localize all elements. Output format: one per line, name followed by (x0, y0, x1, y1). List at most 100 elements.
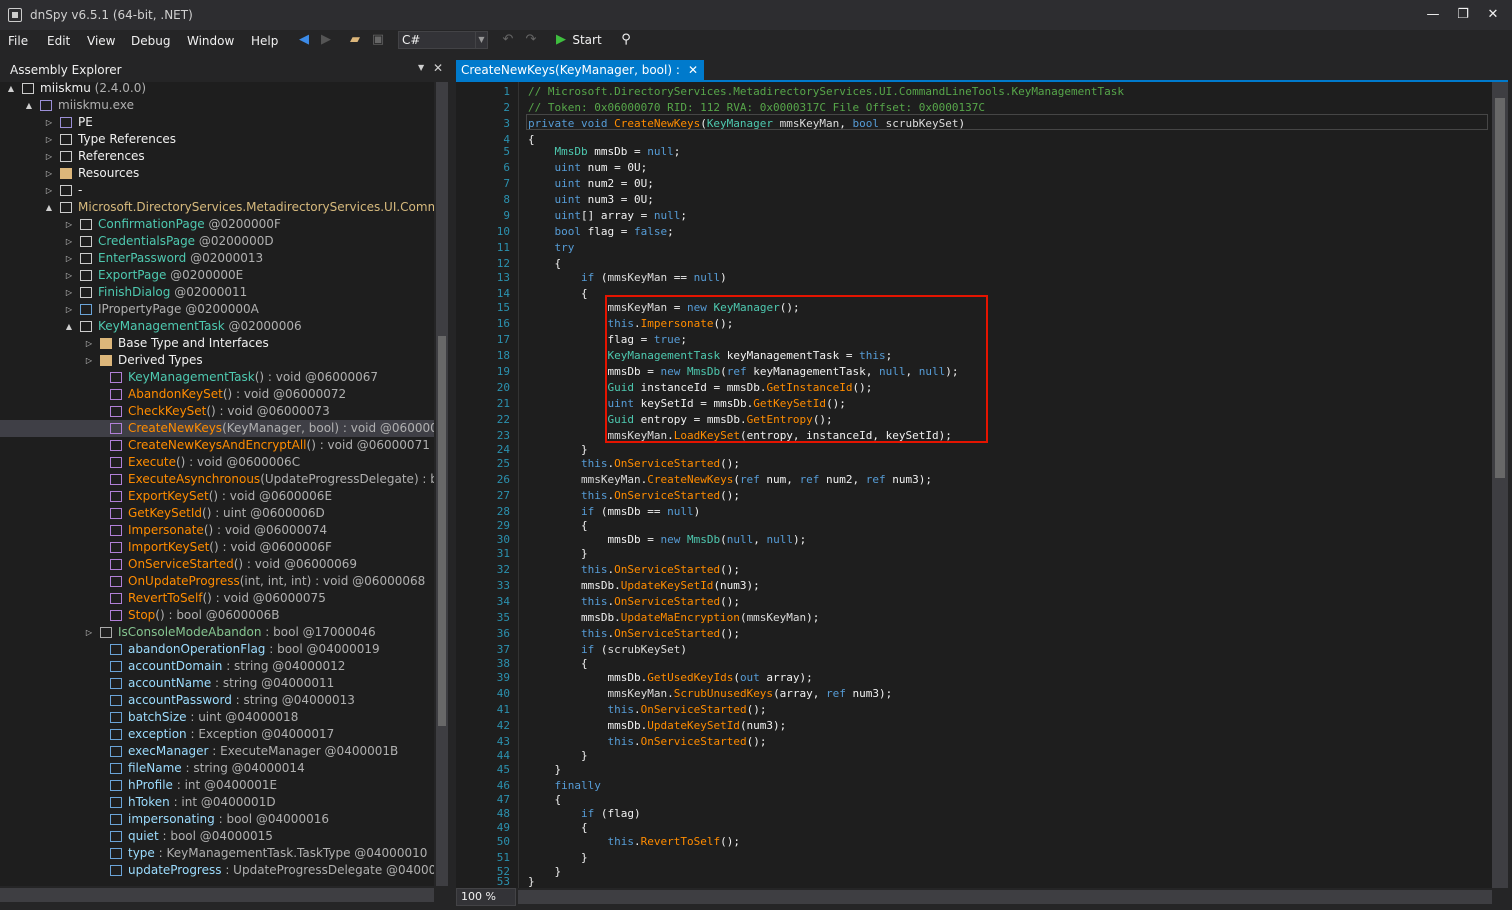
tree-row[interactable]: ▲ miiskmu (2.4.0.0) (0, 82, 434, 97)
code-line[interactable]: mmsKeyMan.CreateNewKeys(ref num, ref num… (528, 472, 932, 488)
code-line[interactable]: this.Impersonate(); (528, 316, 733, 332)
code-line[interactable]: uint num = 0U; (528, 160, 648, 176)
code-line[interactable]: try (528, 240, 575, 256)
tree-row[interactable]: abandonOperationFlag : bool @04000019 (0, 641, 434, 658)
open-folder-icon[interactable]: ▰ (346, 31, 364, 49)
expand-toggle-icon[interactable]: ▲ (44, 199, 54, 216)
expand-toggle-icon[interactable]: ▷ (84, 335, 94, 352)
tree-row[interactable]: accountName : string @04000011 (0, 675, 434, 692)
code-line[interactable]: private void CreateNewKeys(KeyManager mm… (528, 116, 965, 132)
code-line[interactable]: mmsKeyMan = new KeyManager(); (528, 300, 799, 316)
tree-row[interactable]: updateProgress : UpdateProgressDelegate … (0, 862, 434, 879)
code-line[interactable]: mmsKeyMan.LoadKeySet(entropy, instanceId… (528, 428, 951, 444)
code-line[interactable]: Guid instanceId = mmsDb.GetInstanceId(); (528, 380, 872, 396)
code-line[interactable]: } (528, 546, 588, 562)
tree-row[interactable]: impersonating : bool @04000016 (0, 811, 434, 828)
tree-row[interactable]: ▷ References (0, 148, 434, 165)
code-line[interactable]: this.OnServiceStarted(); (528, 488, 740, 504)
tree-row[interactable]: KeyManagementTask() : void @06000067 (0, 369, 434, 386)
tree-row[interactable]: RevertToSelf() : void @06000075 (0, 590, 434, 607)
search-icon[interactable]: ⚲ (618, 31, 634, 49)
expand-toggle-icon[interactable]: ▷ (44, 114, 54, 131)
save-icon[interactable]: ▣ (370, 31, 386, 49)
code-editor[interactable]: 1 // Microsoft.DirectoryServices.Metadire… (456, 82, 1492, 888)
tree-row[interactable]: ▷ Base Type and Interfaces (0, 335, 434, 352)
tree-row[interactable]: OnUpdateProgress(int, int, int) : void @… (0, 573, 434, 590)
code-line[interactable]: flag = true; (528, 332, 687, 348)
code-line[interactable]: this.OnServiceStarted(); (528, 562, 740, 578)
tree-row[interactable]: ExecuteAsynchronous(UpdateProgressDelega… (0, 471, 434, 488)
expand-toggle-icon[interactable]: ▷ (44, 165, 54, 182)
code-line[interactable]: mmsDb.UpdateKeySetId(num3); (528, 718, 786, 734)
code-line[interactable]: mmsDb = new MmsDb(ref keyManagementTask,… (528, 364, 958, 380)
editor-hscrollbar[interactable] (518, 890, 1492, 904)
editor-scroll-thumb[interactable] (1495, 98, 1505, 478)
tree-row[interactable]: ExportKeySet() : void @0600006E (0, 488, 434, 505)
menu-help[interactable]: Help (251, 30, 278, 52)
redo-icon[interactable]: ↷ (523, 31, 539, 49)
expand-toggle-icon[interactable]: ▷ (44, 182, 54, 199)
code-line[interactable]: uint num2 = 0U; (528, 176, 654, 192)
panel-menu-icon[interactable]: ▼ (418, 63, 424, 72)
tab-createnewkeys[interactable]: CreateNewKeys(KeyManager, bool) : void ✕ (456, 60, 704, 97)
undo-icon[interactable]: ↶ (500, 31, 516, 49)
expand-toggle-icon[interactable]: ▷ (64, 267, 74, 284)
expand-toggle-icon[interactable]: ▲ (64, 318, 74, 335)
expand-toggle-icon[interactable]: ▷ (84, 352, 94, 369)
code-line[interactable]: this.RevertToSelf(); (528, 834, 739, 850)
tree-row[interactable]: ▷ FinishDialog @02000011 (0, 284, 434, 301)
code-line[interactable]: uint num3 = 0U; (528, 192, 654, 208)
code-line[interactable]: this.OnServiceStarted(); (528, 456, 740, 472)
restore-button[interactable]: ❐ (1448, 4, 1478, 26)
expand-toggle-icon[interactable]: ▷ (84, 624, 94, 641)
tree-row[interactable]: accountPassword : string @04000013 (0, 692, 434, 709)
language-select[interactable]: C# ▼ (398, 31, 488, 49)
tree-row[interactable]: ▷ Derived Types (0, 352, 434, 369)
code-line[interactable]: Guid entropy = mmsDb.GetEntropy(); (528, 412, 832, 428)
code-line[interactable]: MmsDb mmsDb = null; (528, 144, 681, 160)
tree-row[interactable]: ▷ Type References (0, 131, 434, 148)
code-line[interactable]: // Token: 0x06000070 RID: 112 RVA: 0x000… (528, 100, 985, 116)
code-line[interactable]: KeyManagementTask keyManagementTask = th… (528, 348, 892, 364)
start-button[interactable]: Start (572, 31, 602, 49)
tree-row[interactable]: CheckKeySet() : void @06000073 (0, 403, 434, 420)
tree-row[interactable]: AbandonKeySet() : void @06000072 (0, 386, 434, 403)
tree-row[interactable]: ▷ IPropertyPage @0200000A (0, 301, 434, 318)
tree-row[interactable]: batchSize : uint @04000018 (0, 709, 434, 726)
menu-view[interactable]: View (87, 30, 115, 52)
close-button[interactable]: ✕ (1478, 4, 1508, 26)
explorer-scrollbar[interactable] (436, 82, 448, 886)
tree-row[interactable]: fileName : string @04000014 (0, 760, 434, 777)
expand-toggle-icon[interactable]: ▷ (64, 301, 74, 318)
code-line[interactable]: mmsDb.UpdateKeySetId(num3); (528, 578, 760, 594)
expand-toggle-icon[interactable]: ▲ (24, 97, 34, 114)
tree-row[interactable]: quiet : bool @04000015 (0, 828, 434, 845)
back-icon[interactable]: ◀ (296, 31, 312, 49)
tree-row[interactable]: CreateNewKeys(KeyManager, bool) : void @… (0, 420, 434, 437)
forward-icon[interactable]: ▶ (318, 31, 334, 49)
menu-window[interactable]: Window (187, 30, 234, 52)
assembly-tree[interactable]: ▲ miiskmu (2.4.0.0) ▲ miiskmu.exe ▷ PE ▷ Type R… (0, 82, 434, 886)
panel-close-icon[interactable]: ✕ (433, 61, 443, 75)
code-line[interactable]: // Microsoft.DirectoryServices.Metadirec… (528, 84, 1124, 100)
code-line[interactable]: } (528, 874, 535, 888)
tree-row[interactable]: Execute() : void @0600006C (0, 454, 434, 471)
start-icon[interactable]: ▶ (554, 31, 568, 49)
tree-row[interactable]: ▷ ConfirmationPage @0200000F (0, 216, 434, 233)
expand-toggle-icon[interactable]: ▲ (6, 82, 16, 97)
tree-row[interactable]: hToken : int @0400001D (0, 794, 434, 811)
tree-row[interactable]: Stop() : bool @0600006B (0, 607, 434, 624)
code-line[interactable]: mmsDb.UpdateMaEncryption(mmsKeyMan); (528, 610, 819, 626)
explorer-hscrollbar[interactable] (0, 888, 434, 902)
code-line[interactable]: } (528, 762, 561, 778)
explorer-scroll-thumb[interactable] (438, 336, 446, 726)
tree-row[interactable]: accountDomain : string @04000012 (0, 658, 434, 675)
menu-debug[interactable]: Debug (131, 30, 170, 52)
tree-row[interactable]: execManager : ExecuteManager @0400001B (0, 743, 434, 760)
tree-row[interactable]: ▷ PE (0, 114, 434, 131)
tree-row[interactable]: GetKeySetId() : uint @0600006D (0, 505, 434, 522)
minimize-button[interactable]: — (1418, 4, 1448, 26)
tree-row[interactable]: ▷ CredentialsPage @0200000D (0, 233, 434, 250)
tree-row[interactable]: Impersonate() : void @06000074 (0, 522, 434, 539)
menu-file[interactable]: File (8, 30, 28, 52)
